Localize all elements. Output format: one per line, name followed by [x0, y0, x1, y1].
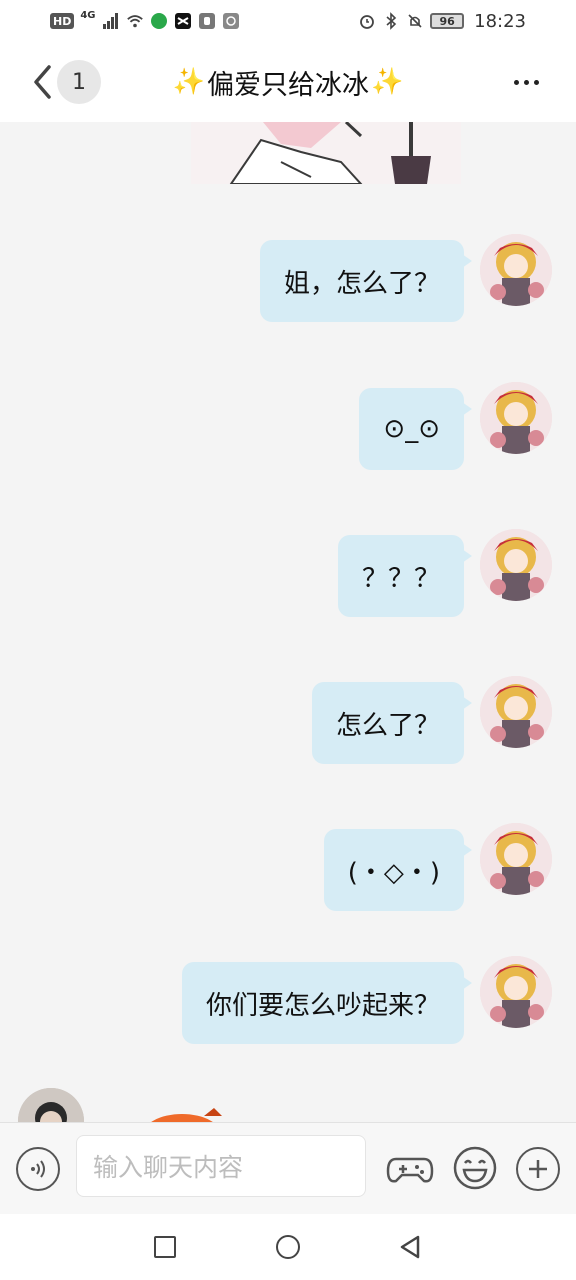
chat-title: ✨ 偏爱只给冰冰 ✨ [100, 42, 476, 122]
sticker-illustration [191, 122, 461, 184]
avatar[interactable] [480, 956, 552, 1028]
contact-avatar[interactable] [18, 1088, 84, 1122]
game-button[interactable] [386, 1145, 434, 1193]
avatar-illustration [480, 676, 552, 748]
clock: 18:23 [474, 10, 526, 32]
nav-back-button[interactable] [398, 1234, 422, 1260]
message-row: 你们要怎么吵起来？ [12, 956, 552, 1048]
status-bar: HD 4G 96 18:23 [0, 0, 576, 42]
status-left: HD 4G [50, 9, 240, 30]
avatar-illustration [480, 529, 552, 601]
alarm-icon [360, 15, 375, 29]
message-bubble[interactable]: (・◇・) [323, 829, 473, 911]
sparkles-icon: ✨ [172, 67, 205, 97]
avatar-illustration [480, 382, 552, 454]
avatar[interactable] [480, 234, 552, 306]
mute-icon [408, 14, 422, 28]
message-bubble[interactable]: ⊙_⊙ [359, 388, 472, 470]
avatar-illustration [480, 234, 552, 306]
message-row: (・◇・) [12, 823, 552, 915]
unread-count-badge[interactable]: 1 [57, 60, 101, 104]
back-button[interactable] [22, 62, 62, 102]
avatar[interactable] [480, 823, 552, 895]
incoming-sticker[interactable] [142, 1106, 232, 1122]
chat-header: 1 ✨ 偏爱只给冰冰 ✨ [0, 42, 576, 122]
dot [533, 79, 539, 85]
emoji-button[interactable] [452, 1145, 498, 1191]
capcut-icon [174, 13, 191, 29]
more-actions-button[interactable] [516, 1147, 560, 1191]
plus-icon [529, 1160, 547, 1178]
message-bubble[interactable]: 怎么了？ [311, 682, 473, 764]
system-nav-bar [0, 1214, 576, 1280]
sticker-image[interactable] [191, 122, 461, 184]
message-bubble[interactable]: 你们要怎么吵起来？ [181, 962, 473, 1044]
more-options-button[interactable] [510, 66, 542, 98]
sparkles-icon: ✨ [371, 67, 404, 97]
bluetooth-icon [386, 12, 397, 30]
voice-input-button[interactable] [16, 1147, 60, 1191]
avatar-illustration [480, 956, 552, 1028]
app-icon [222, 13, 239, 29]
app-notification-icon [150, 13, 167, 29]
hand-icon [198, 13, 215, 29]
message-row: ？？？ [12, 529, 552, 621]
message-bubble[interactable]: 姐，怎么了？ [259, 240, 473, 322]
wifi-icon [126, 15, 143, 28]
message-bubble[interactable]: ？？？ [337, 535, 473, 617]
battery-level: 96 [430, 13, 465, 29]
recent-apps-button[interactable] [154, 1236, 176, 1258]
signal-icon [102, 13, 118, 29]
message-row: 姐，怎么了？ [12, 234, 552, 326]
status-right: 96 18:23 [358, 11, 526, 32]
avatar[interactable] [480, 382, 552, 454]
dot [523, 79, 529, 85]
gamepad-icon [386, 1157, 434, 1183]
network-type: 4G [80, 9, 96, 21]
avatar[interactable] [480, 676, 552, 748]
avatar[interactable] [480, 529, 552, 601]
dot [513, 79, 519, 85]
chevron-left-icon [34, 65, 51, 99]
message-list[interactable]: 姐，怎么了？ ⊙_⊙ ？？？ 怎么了？ (・◇・) 你们要怎么吵起来？ [0, 122, 576, 1122]
contact-avatar-photo [18, 1088, 84, 1122]
hd-badge: HD [50, 13, 75, 29]
chat-input-field[interactable]: 输入聊天内容 [76, 1135, 366, 1197]
smiley-icon [453, 1146, 497, 1190]
sticker-illustration [151, 1108, 222, 1122]
message-row: ⊙_⊙ [12, 382, 552, 474]
home-button[interactable] [276, 1235, 300, 1259]
avatar-illustration [480, 823, 552, 895]
input-bar: 输入聊天内容 [0, 1122, 576, 1214]
voice-icon [31, 1160, 45, 1178]
chat-title-text: 偏爱只给冰冰 [207, 69, 369, 101]
message-row: 怎么了？ [12, 676, 552, 768]
